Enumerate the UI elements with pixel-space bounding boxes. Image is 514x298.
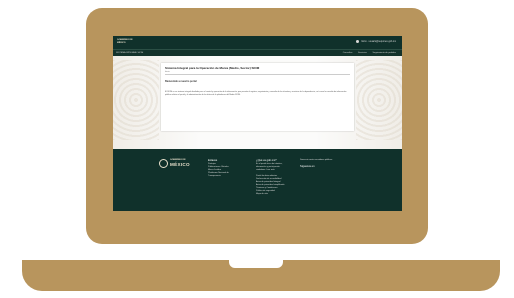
menu-item-seguimiento[interactable]: Seguimiento de pedidos [373,52,396,54]
welcome-heading: Bienvenido a nuestro portal [165,80,197,83]
user-text: Inicio · usuario@sepomex.gob.mx [361,41,396,44]
logo-line2: MÉXICO [117,42,126,44]
laptop-notch [229,260,283,268]
menu-item-consultas[interactable]: Consultas [343,52,353,54]
footer-logo: GOBIERNO DE MÉXICO [159,158,197,170]
menu-item-servicios[interactable]: Servicios [358,52,367,54]
description-paragraph: El SIOM es un sistema integral diseñado … [165,91,347,96]
user-area[interactable]: Inicio · usuario@sepomex.gob.mx [356,40,396,43]
main-menu: Consultas Servicios Seguimiento de pedid… [338,52,396,54]
footer-col-gobmx: ¿Qué es gob.mx? Es el portal único de tr… [256,159,284,196]
system-name[interactable]: SISTEMA INTEGRAL SIOM [116,52,143,54]
footer-col-enlaces: Enlaces Participa Publicaciones Oficiale… [208,159,229,178]
national-seal-icon [159,159,168,168]
footer-col3-title[interactable]: Denuncia contra servidores públicos [300,159,332,162]
gobierno-logo[interactable]: GOBIERNO DE MÉXICO [117,39,139,47]
footer-social-title: Síguenos en [300,165,315,168]
home-icon [356,40,360,43]
welcome-card: Sistema Integral para la Operación de Ma… [161,63,354,131]
footer: GOBIERNO DE MÉXICO Enlaces Participa Pub… [113,149,402,211]
decorative-pattern-right [356,60,402,140]
laptop-screen: GOBIERNO DE MÉXICO Inicio · usuario@sepo… [113,36,402,211]
decorative-pattern-left [113,60,159,140]
divider [165,74,350,75]
footer-logo-line1: GOBIERNO DE [170,159,186,161]
footer-col2-title: ¿Qué es gob.mx? [256,159,277,162]
breadcrumb[interactable]: Inicio [165,71,170,73]
page-title: Sistema Integral para la Operación de Ma… [165,66,260,70]
government-header: GOBIERNO DE MÉXICO Inicio · usuario@sepo… [113,36,402,49]
footer-col1-title: Enlaces [208,159,218,162]
footer-col-denuncia: Denuncia contra servidores públicos Sígu… [300,159,332,169]
footer-logo-line2: MÉXICO [170,162,190,167]
footer-link[interactable]: Transparencia [208,175,229,178]
footer-link[interactable]: Mapa de sitio [256,193,284,196]
